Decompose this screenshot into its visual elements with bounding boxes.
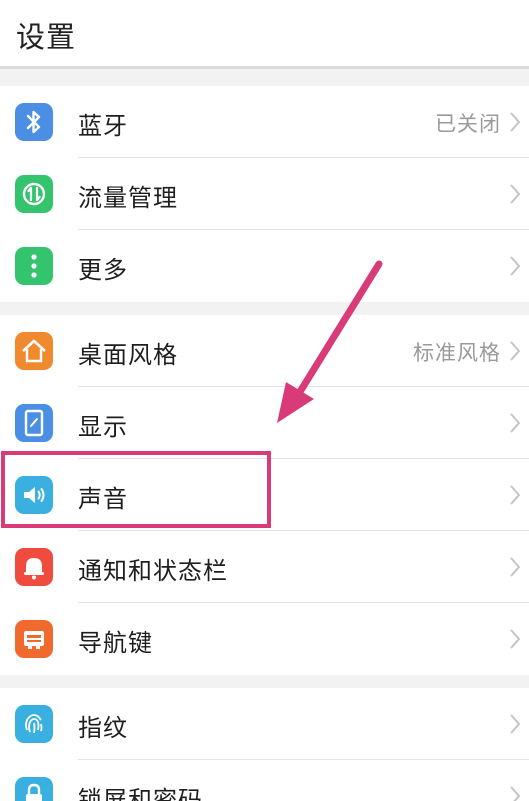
pointer-arrow-annotation <box>277 260 383 423</box>
